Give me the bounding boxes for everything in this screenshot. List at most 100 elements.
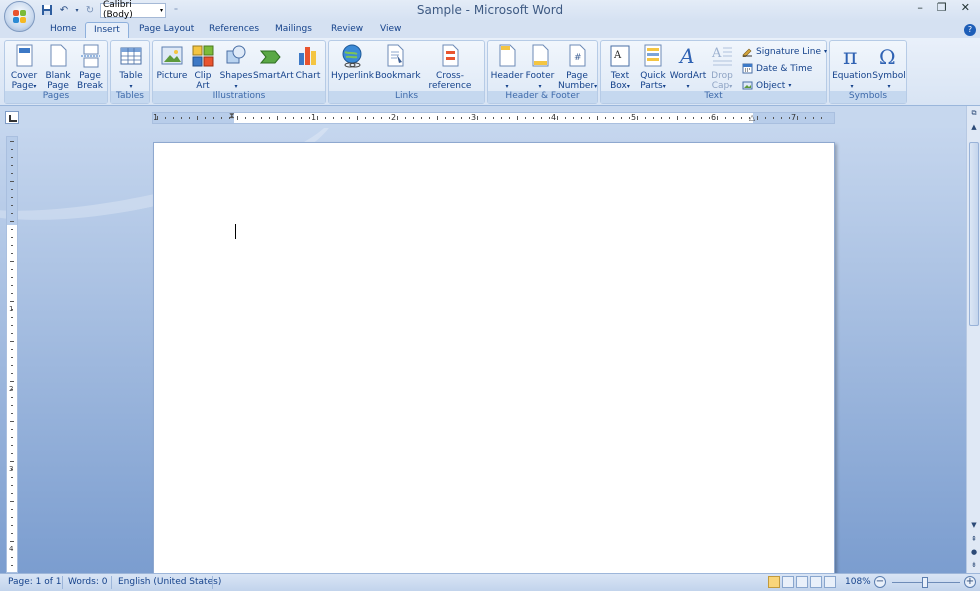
drop-cap-button[interactable]: A Drop Cap▾ <box>707 43 737 92</box>
language-status[interactable]: English (United States) <box>118 577 221 587</box>
ruler-tick <box>677 116 678 120</box>
zoom-level[interactable]: 108% <box>845 577 871 587</box>
tab-view[interactable]: View <box>372 22 409 39</box>
ruler-tick <box>261 117 262 119</box>
ruler-tick <box>317 116 318 120</box>
zoom-in-button[interactable]: + <box>964 576 976 588</box>
vertical-scrollbar[interactable]: ⧉ ▲ ▼ ⇞ ● ⇟ <box>966 106 980 573</box>
restore-button[interactable]: ❐ <box>937 1 947 14</box>
scrollbar-thumb[interactable] <box>969 142 979 326</box>
ruler-tick <box>11 485 13 486</box>
tab-references[interactable]: References <box>201 22 267 39</box>
page-break-button[interactable]: Page Break <box>75 43 105 91</box>
ruler-tick <box>725 117 726 119</box>
bookmark-button[interactable]: Bookmark <box>375 43 421 81</box>
office-button[interactable] <box>4 1 35 32</box>
zoom-slider-thumb[interactable] <box>922 577 928 588</box>
ruler-number: 2 <box>391 113 397 122</box>
table-button[interactable]: Table ▾ <box>115 43 147 92</box>
vertical-ruler[interactable]: 1 2 3 4 <box>6 136 18 573</box>
ruler-toggle-icon[interactable]: ⧉ <box>969 108 979 118</box>
zoom-out-button[interactable]: − <box>874 576 886 588</box>
ruler-tick <box>11 357 13 358</box>
ruler-tick <box>11 245 13 246</box>
help-icon[interactable]: ? <box>964 24 976 36</box>
ruler-number: 1 <box>311 113 317 122</box>
scroll-down-icon[interactable]: ▼ <box>969 520 979 530</box>
ruler-tick <box>653 117 654 119</box>
ruler-tick <box>11 389 13 390</box>
tab-page-layout[interactable]: Page Layout <box>131 22 202 39</box>
svg-text:π: π <box>843 45 857 69</box>
footer-button[interactable]: Footer ▾ <box>524 43 556 92</box>
close-button[interactable]: ✕ <box>961 1 970 14</box>
tab-review[interactable]: Review <box>323 22 371 39</box>
view-buttons <box>768 576 836 588</box>
ruler-tick <box>373 117 374 119</box>
shapes-button[interactable]: Shapes ▾ <box>219 43 253 92</box>
symbol-button[interactable]: Ω Symbol ▾ <box>872 43 906 92</box>
object-button[interactable]: Object ▾ <box>742 80 791 91</box>
document-page[interactable] <box>153 142 835 573</box>
print-layout-view-button[interactable] <box>768 576 780 588</box>
ruler-number: 5 <box>631 113 637 122</box>
tab-home[interactable]: Home <box>42 22 85 39</box>
chart-button[interactable]: Chart <box>293 43 323 81</box>
blank-page-button[interactable]: Blank Page <box>43 43 73 91</box>
word-count-status[interactable]: Words: 0 <box>68 577 107 587</box>
ruler-tick <box>11 373 13 374</box>
group-label-header-footer: Header & Footer <box>488 91 597 103</box>
tab-selector-button[interactable] <box>5 111 19 124</box>
signature-line-button[interactable]: Signature Line ▾ <box>742 46 827 57</box>
smartart-icon <box>260 50 281 64</box>
page-count-status[interactable]: Page: 1 of 1 <box>8 577 62 587</box>
ruler-tick <box>821 117 822 119</box>
object-label: Object <box>756 80 786 91</box>
chart-icon <box>299 47 316 65</box>
header-button[interactable]: Header ▾ <box>490 43 524 92</box>
ruler-tick <box>333 117 334 119</box>
ruler-tick <box>10 381 14 382</box>
picture-button[interactable]: Picture <box>155 43 189 81</box>
status-separator <box>212 576 213 589</box>
cover-page-button[interactable]: Cover Page▾ <box>9 43 39 92</box>
select-browse-object-icon[interactable]: ● <box>969 547 979 557</box>
quick-parts-button[interactable]: Quick Parts▾ <box>637 43 669 92</box>
draft-view-button[interactable] <box>824 576 836 588</box>
table-label: Table <box>119 71 143 81</box>
cross-reference-button[interactable]: Cross-reference <box>417 43 483 91</box>
page-number-button[interactable]: # Page Number▾ <box>558 43 597 92</box>
previous-page-icon[interactable]: ⇞ <box>969 534 979 544</box>
ruler-tick <box>749 117 750 119</box>
next-page-icon[interactable]: ⇟ <box>969 560 979 570</box>
ruler-tick <box>557 116 558 120</box>
ruler-tick <box>469 117 470 119</box>
tab-insert[interactable]: Insert <box>85 22 129 39</box>
full-screen-reading-view-button[interactable] <box>782 576 794 588</box>
equation-label: Equation <box>832 71 872 81</box>
symbol-label: Symbol <box>872 71 906 81</box>
ruler-tick <box>11 269 13 270</box>
bookmark-icon <box>387 44 404 67</box>
clip-art-icon <box>192 45 214 67</box>
ruler-tick <box>11 445 13 446</box>
ruler-tick <box>453 117 454 119</box>
scroll-up-icon[interactable]: ▲ <box>969 122 979 132</box>
minimize-button[interactable]: – <box>917 1 923 14</box>
ruler-tick <box>389 117 390 119</box>
ruler-tick <box>477 116 478 120</box>
horizontal-ruler[interactable]: 1 1 2 3 4 5 6 7 ⧗ △ <box>152 111 835 124</box>
equation-button[interactable]: π Equation ▾ <box>832 43 872 92</box>
ruler-tick <box>365 117 366 119</box>
smartart-button[interactable]: SmartArt <box>253 43 294 81</box>
wordart-button[interactable]: A WordArt ▾ <box>669 43 707 92</box>
date-time-button[interactable]: Date & Time <box>742 63 812 74</box>
hyperlink-button[interactable]: Hyperlink <box>331 43 374 81</box>
outline-view-button[interactable] <box>810 576 822 588</box>
text-box-button[interactable]: A Text Box▾ <box>605 43 635 92</box>
tab-mailings[interactable]: Mailings <box>267 22 320 39</box>
web-layout-view-button[interactable] <box>796 576 808 588</box>
ruler-tick <box>10 461 14 462</box>
left-indent-marker[interactable]: ⧗ <box>229 111 235 121</box>
clip-art-button[interactable]: Clip Art <box>191 43 215 91</box>
